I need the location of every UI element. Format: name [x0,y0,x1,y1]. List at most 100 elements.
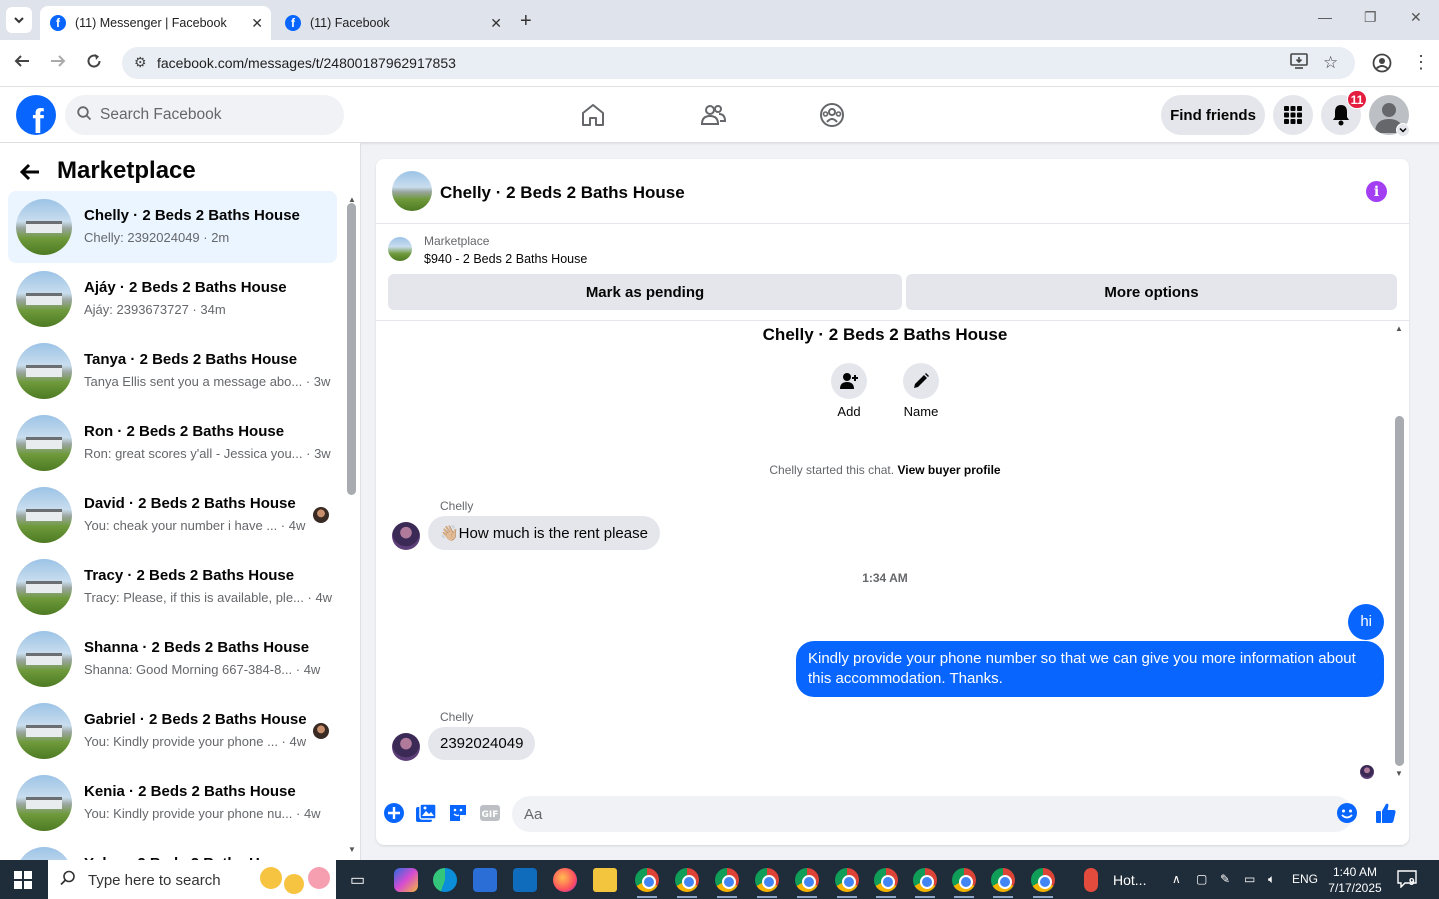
info-icon[interactable]: i [1366,181,1387,202]
copilot-icon[interactable] [394,868,418,892]
show-hidden-icons-icon[interactable]: ∧ [1172,872,1181,886]
store-icon[interactable] [473,868,497,892]
restore-icon[interactable]: ❐ [1364,9,1377,26]
new-tab-button[interactable]: + [520,10,532,33]
taskbar-search[interactable]: Type here to search [48,860,336,899]
task-view-icon[interactable]: ▭ [350,870,365,890]
sticker-icon[interactable] [447,802,469,824]
weather-icon[interactable] [1084,868,1098,892]
photo-icon[interactable] [415,802,437,824]
conversation-item[interactable]: Kenia · 2 Beds 2 Baths House You: Kindly … [8,767,337,839]
conversation-item[interactable]: Chelly · 2 Beds 2 Baths House Chelly: 239… [8,191,337,263]
language-indicator[interactable]: ENG [1292,872,1318,886]
browser-tab-messenger[interactable]: f (11) Messenger | Facebook ✕ [40,6,271,40]
minimize-icon[interactable]: — [1318,9,1332,25]
firefox-icon[interactable] [553,868,577,892]
chrome-window-icon[interactable] [795,868,819,892]
account-chevron-icon[interactable] [1396,123,1410,137]
chat-title[interactable]: Chelly · 2 Beds 2 Baths House [440,183,685,203]
browser-tab-facebook[interactable]: f (11) Facebook ✕ [275,6,510,40]
conversation-item[interactable]: David · 2 Beds 2 Baths House You: cheak y… [8,479,337,551]
conversation-item[interactable]: Ron · 2 Beds 2 Baths House Ron: great sco… [8,407,337,479]
facebook-logo-icon[interactable]: f [16,95,56,135]
emoji-icon[interactable] [1336,802,1358,824]
scroll-down-arrow-icon[interactable]: ▼ [348,845,356,854]
sender-avatar[interactable] [392,522,420,550]
gif-icon[interactable]: GIF [479,802,501,824]
menu-grid-button[interactable] [1273,95,1313,135]
conversation-avatar[interactable] [392,171,432,211]
mark-as-pending-button[interactable]: Mark as pending [388,274,902,310]
groups-icon[interactable] [818,101,846,129]
sender-avatar[interactable] [392,733,420,761]
close-tab-icon[interactable]: ✕ [251,15,263,32]
chrome-window-icon[interactable] [1031,868,1055,892]
system-clock[interactable]: 1:40 AM 7/17/2025 [1320,864,1390,896]
edit-name-button[interactable] [903,363,939,399]
weather-text[interactable]: Hot... [1113,872,1146,888]
outgoing-message[interactable]: hi [1348,604,1384,640]
more-options-button[interactable]: More options [906,274,1397,310]
close-tab-icon[interactable]: ✕ [490,15,502,32]
tab-search-button[interactable] [6,7,32,33]
reload-icon[interactable] [85,52,103,75]
listing-thumbnail [16,415,72,471]
network-icon[interactable]: ▭ [1244,872,1255,886]
view-buyer-profile-link[interactable]: View buyer profile [897,463,1000,477]
chrome-window-icon[interactable] [755,868,779,892]
conversation-item[interactable]: Shanna · 2 Beds 2 Baths House Shanna: Goo… [8,623,337,695]
scroll-up-arrow-icon[interactable]: ▲ [1395,324,1403,333]
sidebar-scrollbar[interactable] [347,203,356,495]
chrome-window-icon[interactable] [715,868,739,892]
chrome-window-icon[interactable] [991,868,1015,892]
pen-icon[interactable]: ✎ [1220,872,1230,886]
search-facebook[interactable]: Search Facebook [65,95,344,135]
find-friends-button[interactable]: Find friends [1161,95,1265,135]
close-window-icon[interactable]: ✕ [1410,9,1422,26]
conversation-item[interactable]: Yulan · 2 Beds 2 Baths House [8,839,337,860]
like-thumbs-up-icon[interactable] [1375,802,1397,824]
listing-thumbnail[interactable] [388,237,412,261]
conversation-preview: You: Kindly provide your phone ... · 4w [84,734,307,749]
profile-icon[interactable] [1372,53,1392,78]
volume-icon[interactable]: 🔈︎ [1268,872,1275,887]
back-icon[interactable] [13,52,31,75]
message-input[interactable] [512,796,1353,832]
back-arrow-icon[interactable] [19,161,40,187]
start-button[interactable] [14,871,32,889]
listing-thumbnail [16,631,72,687]
listing-title[interactable]: $940 - 2 Beds 2 Baths House [424,252,587,266]
add-people-button[interactable] [831,363,867,399]
chrome-window-icon[interactable] [913,868,937,892]
chrome-window-icon[interactable] [675,868,699,892]
conversation-item[interactable]: Tanya · 2 Beds 2 Baths House Tanya Ellis … [8,335,337,407]
chat-scrollbar[interactable] [1395,416,1404,766]
url-omnibox[interactable]: ⚙ facebook.com/messages/t/24800187962917… [122,47,1355,79]
meet-now-icon[interactable]: ▢ [1196,872,1207,886]
forward-icon[interactable] [49,52,67,75]
chrome-window-icon[interactable] [835,868,859,892]
outgoing-message[interactable]: Kindly provide your phone number so that… [796,641,1384,697]
file-explorer-icon[interactable] [593,868,617,892]
scroll-down-arrow-icon[interactable]: ▼ [1395,769,1403,778]
chrome-window-icon[interactable] [874,868,898,892]
bookmark-star-icon[interactable]: ☆ [1323,53,1338,73]
bell-icon [1333,105,1349,126]
install-app-icon[interactable] [1290,53,1308,74]
conversation-item[interactable]: Gabriel · 2 Beds 2 Baths House You: Kindl… [8,695,337,767]
browser-menu-icon[interactable]: ⋮ [1412,52,1430,73]
chrome-window-icon[interactable] [952,868,976,892]
friends-icon[interactable] [699,101,727,129]
url-text[interactable]: facebook.com/messages/t/2480018796291785… [157,55,456,71]
site-info-icon[interactable]: ⚙ [134,54,147,71]
incoming-message[interactable]: 👋🏼How much is the rent please [428,516,660,550]
outlook-icon[interactable] [513,868,537,892]
more-actions-icon[interactable] [383,802,405,824]
notification-center-icon[interactable]: 9 [1397,870,1419,890]
home-icon[interactable] [579,101,607,129]
conversation-item[interactable]: Tracy · 2 Beds 2 Baths House Tracy: Pleas… [8,551,337,623]
edge-icon[interactable] [433,868,457,892]
incoming-message[interactable]: 2392024049 [428,727,536,760]
chrome-window-icon[interactable] [635,868,659,892]
conversation-item[interactable]: Ajáy · 2 Beds 2 Baths House Ajáy: 2393673… [8,263,337,335]
